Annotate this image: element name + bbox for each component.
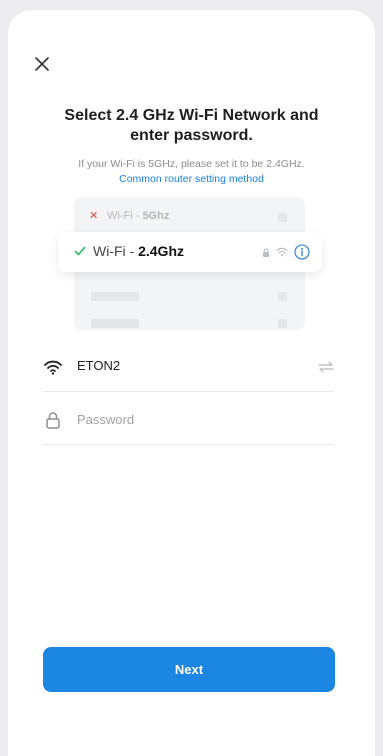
network-status-icons (262, 242, 310, 262)
router-setting-link[interactable]: Common router setting method (8, 172, 375, 186)
illustration-label-2-4ghz: Wi-Fi - 2.4Ghz (93, 243, 184, 259)
illustration-row-2-4ghz: Wi-Fi - 2.4Ghz (58, 232, 322, 272)
close-button[interactable] (33, 55, 51, 73)
placeholder-bar (91, 292, 139, 301)
band-hint-text: If your Wi-Fi is 5GHz, please set it to … (78, 158, 305, 170)
switch-network-icon[interactable] (318, 360, 334, 374)
placeholder-square (278, 319, 287, 328)
info-icon (294, 244, 310, 260)
page-title: Select 2.4 GHz Wi-Fi Network and enter p… (64, 107, 319, 144)
lock-icon (46, 412, 60, 429)
illustration-label-5ghz: Wi-Fi - 5Ghz (107, 210, 170, 222)
placeholder-bar (91, 319, 139, 328)
next-button[interactable]: Next (43, 647, 335, 692)
lock-icon (263, 247, 269, 257)
placeholder-square (278, 213, 287, 222)
cross-icon: ✕ (89, 210, 99, 222)
illustration-row-5ghz: ✕ Wi-Fi - 5Ghz (74, 207, 305, 227)
check-icon (74, 246, 86, 256)
wifi-signal-icon (276, 247, 288, 257)
placeholder-square (278, 292, 287, 301)
close-icon (35, 57, 49, 71)
password-input[interactable] (77, 405, 307, 433)
wifi-icon (44, 360, 62, 375)
wifi-name-value: ETON2 (77, 358, 121, 373)
wifi-name-field[interactable]: ETON2 (43, 340, 334, 392)
password-field[interactable] (43, 393, 334, 445)
